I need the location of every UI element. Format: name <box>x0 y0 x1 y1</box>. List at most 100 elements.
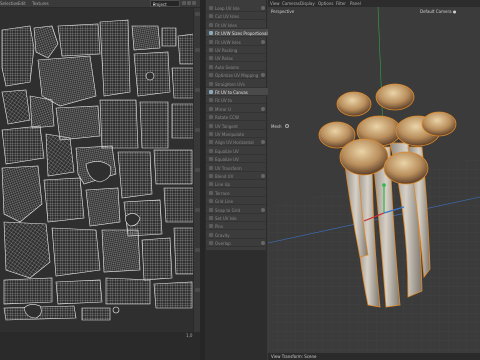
tool-icon <box>209 224 213 229</box>
tool-label: Align UV Horizontal <box>215 140 254 146</box>
tool-label: Set UV Isle <box>215 216 237 221</box>
uv-bottom-bar <box>0 332 200 340</box>
tool-label: Fit UV Isles <box>215 22 237 28</box>
gear-icon[interactable] <box>261 140 265 145</box>
view-transform-label: View Transform: Scene <box>271 354 317 359</box>
tool-item[interactable]: Overlap <box>206 239 268 248</box>
tool-item[interactable]: Grid Line <box>206 197 268 206</box>
tool-icon <box>209 115 213 120</box>
uv-coord-readout: 1,0 <box>186 333 193 338</box>
tool-icon <box>209 31 213 36</box>
3d-viewport[interactable]: View Cameras Display Options Filter Pane… <box>268 0 480 360</box>
gear-icon[interactable] <box>261 106 265 111</box>
tool-label: UV Relax <box>215 56 233 62</box>
menu-textures[interactable]: Textures <box>32 1 49 6</box>
tool-item[interactable]: Terrace <box>206 189 268 197</box>
tool-item[interactable]: Set UV Isle <box>206 214 268 222</box>
tool-icon <box>209 106 213 111</box>
tool-icon <box>209 182 213 187</box>
radio-icon[interactable] <box>285 124 289 128</box>
gear-icon[interactable] <box>261 207 265 212</box>
gear-icon[interactable] <box>261 241 265 246</box>
tool-icon <box>209 64 213 69</box>
tool-label: Optimize UV Mapping <box>215 73 259 79</box>
tool-item[interactable]: Mirror U <box>206 105 268 113</box>
tool-item[interactable]: Line Up <box>206 180 268 189</box>
tool-item[interactable]: Pins <box>206 222 268 231</box>
tool-item[interactable]: Gravity <box>206 231 268 239</box>
tool-icon <box>209 157 213 162</box>
tool-item[interactable]: Loop UV Isle <box>206 4 268 12</box>
tool-label: Mirror U <box>215 106 231 112</box>
viewport-scene[interactable] <box>268 7 480 353</box>
gear-icon[interactable] <box>261 6 265 10</box>
menu-options[interactable]: Options <box>318 1 333 6</box>
tool-item[interactable]: UV Tangent <box>206 122 268 130</box>
project-select[interactable]: Project ▾ <box>150 0 180 7</box>
tool-item[interactable]: UV Transform <box>206 164 268 172</box>
tool-label: Equalize UV <box>215 157 239 163</box>
tool-icon <box>209 98 213 103</box>
tool-icon <box>209 199 213 204</box>
tool-item[interactable]: Equalize UV <box>206 147 268 155</box>
uv-canvas[interactable] <box>0 8 200 340</box>
tool-label: UV Transform <box>215 165 242 171</box>
gear-icon[interactable] <box>261 73 265 78</box>
tool-icon <box>209 39 213 44</box>
tool-label: Fit UV to Canvas <box>215 90 248 95</box>
viewport-status-bar: View Transform: Scene <box>268 353 480 360</box>
tool-label: Terrace <box>215 190 230 196</box>
tool-item[interactable]: Align UV Horizontal <box>206 138 268 147</box>
tool-item[interactable]: Snap to Grid <box>206 206 268 214</box>
tool-item[interactable]: Fit UVW Isles <box>206 38 268 46</box>
tool-icon <box>209 174 213 178</box>
tool-item[interactable]: Equalize UV <box>206 155 268 164</box>
tool-item[interactable]: UV Packing <box>206 46 268 54</box>
tool-label: Overlap <box>215 241 231 247</box>
tool-item[interactable]: Fit UV Isles <box>206 21 268 29</box>
camera-label[interactable]: Default Camera ● <box>420 9 456 14</box>
tool-icon <box>209 6 213 10</box>
lock-icon[interactable] <box>182 1 186 5</box>
tool-item[interactable]: Fit UV to <box>206 96 268 105</box>
tool-item[interactable]: Optimize UV Mapping <box>206 71 268 80</box>
tool-item[interactable]: Fit UVW Sizes Proportional <box>206 29 268 38</box>
menu-cameras[interactable]: Cameras <box>282 1 300 6</box>
tool-item[interactable]: Cut UV Isles <box>206 12 268 21</box>
menu-panel[interactable]: Panel <box>350 1 361 6</box>
tool-icon <box>209 14 213 19</box>
tool-label: Straighten UVs <box>215 81 245 87</box>
tool-item[interactable]: Rotate CCW <box>206 113 268 122</box>
grid-icon[interactable] <box>187 1 191 5</box>
tool-icon <box>209 132 213 136</box>
menu-filter[interactable]: Filter <box>336 1 346 6</box>
projection-label[interactable]: Perspective <box>271 9 294 14</box>
menu-view[interactable]: View <box>270 1 280 6</box>
tool-item[interactable]: Straighten UVs <box>206 80 268 88</box>
tool-item[interactable]: UV Relax <box>206 54 268 63</box>
uv-tools-panel: Loop UV Isle Cut UV Isles Fit UV Isles Fit … <box>205 0 268 250</box>
menu-selection[interactable]: Selection <box>0 1 18 6</box>
tool-icon <box>209 123 213 128</box>
tool-label: Fit UVW Sizes Proportional <box>215 31 268 37</box>
settings-icon[interactable] <box>192 1 196 5</box>
tool-item[interactable]: Blend UV <box>206 172 268 180</box>
chevron-down-icon: ▾ <box>153 2 156 7</box>
tool-label: Grid Line <box>215 199 234 205</box>
tool-item[interactable]: Fit UV to Canvas <box>206 88 268 96</box>
bottom-strip <box>0 340 205 360</box>
viewport-menubar: View Cameras Display Options Filter Pane… <box>268 0 480 7</box>
menu-edit[interactable]: Edit <box>18 1 26 6</box>
gear-icon[interactable] <box>261 39 265 44</box>
tool-icon <box>209 73 213 78</box>
gear-icon[interactable] <box>261 174 265 178</box>
tool-item[interactable]: Auto Seams <box>206 63 268 71</box>
menu-display[interactable]: Display <box>300 1 315 6</box>
tool-label: UV Packing <box>215 48 238 53</box>
tool-label: UV Manipulate <box>215 132 245 137</box>
tool-icon <box>209 56 213 61</box>
tool-item[interactable]: UV Manipulate <box>206 130 268 138</box>
tool-label: Equalize UV <box>215 148 239 154</box>
tool-icon <box>209 207 213 212</box>
tool-icon <box>209 140 213 145</box>
